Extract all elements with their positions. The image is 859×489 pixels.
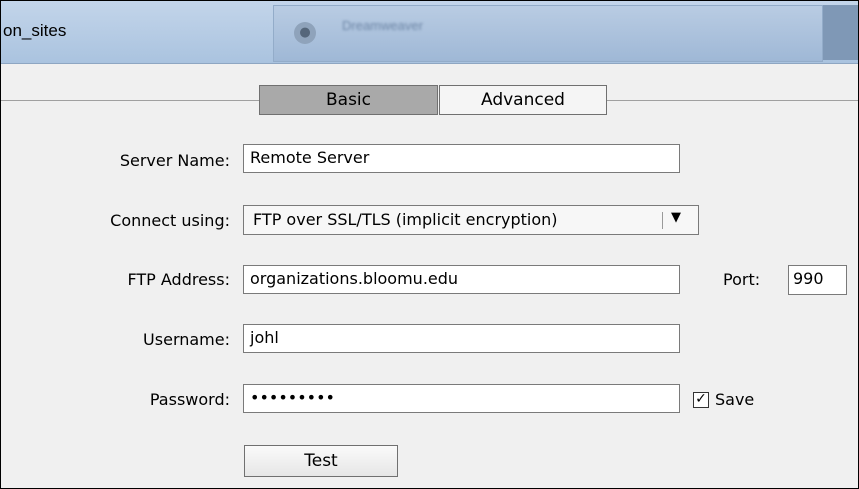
check-icon: ✓ [695,391,707,407]
connect-using-label: Connect using: [110,211,230,230]
test-button[interactable]: Test [244,445,398,477]
server-name-input[interactable]: Remote Server [243,144,680,173]
ftp-address-input[interactable]: organizations.bloomu.edu [243,265,680,294]
dialog-window: on_sites ● Dreamweaver Basic Advanced Se… [0,0,859,489]
title-bar-corner [823,5,858,60]
port-input[interactable]: 990 [788,265,847,295]
app-icon: ● [294,22,316,44]
tab-basic[interactable]: Basic [259,85,438,115]
connect-using-value: FTP over SSL/TLS (implicit encryption) [253,210,558,229]
save-label[interactable]: Save [715,390,754,409]
taskbar-button-label: Dreamweaver [342,18,423,33]
server-name-label: Server Name: [119,151,230,170]
password-label: Password: [149,390,230,409]
username-input[interactable]: johl [243,324,680,353]
taskbar-button[interactable]: ● Dreamweaver [273,5,823,62]
select-separator [662,212,663,229]
tab-divider-left [1,100,259,101]
password-input[interactable]: ••••••••• [243,384,680,413]
window-title: on_sites [3,21,67,40]
site-setup-panel: Basic Advanced Server Name: Remote Serve… [1,64,858,488]
title-bar: on_sites ● Dreamweaver [1,1,858,64]
tab-advanced[interactable]: Advanced [439,85,607,115]
ftp-address-label: FTP Address: [127,270,230,289]
username-label: Username: [143,330,230,349]
tab-divider-right [607,100,858,101]
port-label: Port: [723,270,761,289]
connect-using-select[interactable]: FTP over SSL/TLS (implicit encryption) ▼ [243,205,699,235]
chevron-down-icon[interactable]: ▼ [671,210,681,225]
save-checkbox[interactable]: ✓ [693,392,709,408]
